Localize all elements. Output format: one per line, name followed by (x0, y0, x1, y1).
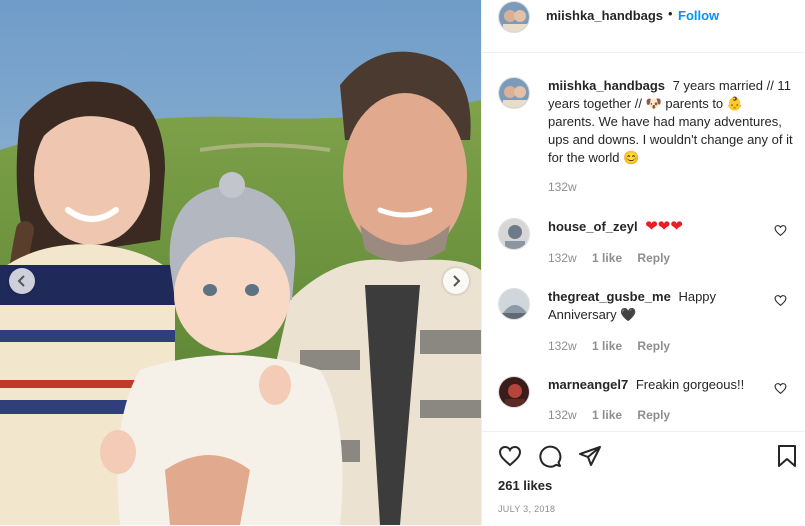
comment-text: thegreat_gusbe_me Happy Anniversary 🖤 (548, 288, 773, 324)
family-photo-illustration (0, 0, 481, 525)
comment-text: marneangel7 Freakin gorgeous!! (548, 376, 773, 394)
commenter-username[interactable]: thegreat_gusbe_me (548, 289, 671, 304)
comment-meta: 132w 1 like Reply (548, 339, 682, 353)
comment-like-count[interactable]: 1 like (592, 408, 622, 422)
comment-like-heart-icon[interactable] (774, 382, 787, 395)
post-details-panel: miishka_handbags • Follow miishka_handba… (481, 0, 805, 525)
paper-plane-icon[interactable] (578, 444, 602, 468)
comment-item: thegreat_gusbe_me Happy Anniversary 🖤 13… (482, 288, 805, 358)
post-actions: 261 likes JULY 3, 2018 (482, 431, 805, 526)
comment-like-heart-icon[interactable] (774, 294, 787, 307)
commenter-avatar[interactable] (498, 218, 530, 250)
reply-button[interactable]: Reply (637, 408, 670, 422)
comment-body: ❤❤❤ (645, 218, 683, 235)
comment-timestamp[interactable]: 132w (548, 408, 577, 422)
post-date[interactable]: JULY 3, 2018 (498, 504, 555, 514)
comment-timestamp[interactable]: 132w (548, 339, 577, 353)
comment-body: Freakin gorgeous!! (635, 377, 745, 392)
like-count[interactable]: 261 likes (498, 478, 552, 493)
post-caption: miishka_handbags 7 years married // 11 y… (548, 77, 793, 167)
commenter-username[interactable]: marneangel7 (548, 377, 628, 392)
commenter-username[interactable]: house_of_zeyl (548, 219, 638, 234)
avatar-image (499, 78, 529, 108)
comment-meta: 132w 1 like Reply (548, 408, 682, 422)
post-photo (0, 0, 481, 525)
comment-item: house_of_zeyl ❤❤❤ 132w 1 like Reply (482, 218, 805, 288)
comment-bubble-icon[interactable] (538, 444, 562, 468)
avatar-image (499, 2, 529, 32)
commenter-avatar[interactable] (498, 288, 530, 320)
comment-meta: 132w 1 like Reply (548, 251, 682, 265)
avatar-image (499, 219, 529, 249)
previous-photo-button[interactable] (9, 268, 35, 294)
chevron-right-icon (453, 275, 461, 287)
comment-like-count[interactable]: 1 like (592, 339, 622, 353)
comment-like-heart-icon[interactable] (774, 224, 787, 237)
follow-button[interactable]: Follow (678, 8, 719, 23)
author-username[interactable]: miishka_handbags (546, 8, 663, 23)
avatar-image (499, 377, 529, 407)
chevron-left-icon (17, 275, 25, 287)
comment-like-count[interactable]: 1 like (592, 251, 622, 265)
avatar-image (499, 289, 529, 319)
author-avatar[interactable] (498, 1, 530, 33)
heart-outline-icon[interactable] (498, 444, 522, 468)
comments-section: miishka_handbags 7 years married // 11 y… (482, 53, 805, 431)
caption-timestamp[interactable]: 132w (548, 180, 577, 194)
comment-text: house_of_zeyl ❤❤❤ (548, 218, 773, 236)
post-header: miishka_handbags • Follow (482, 0, 805, 53)
next-photo-button[interactable] (443, 268, 469, 294)
commenter-avatar[interactable] (498, 376, 530, 408)
caption-author-avatar[interactable] (498, 77, 530, 109)
bookmark-icon[interactable] (775, 444, 799, 468)
comment-timestamp[interactable]: 132w (548, 251, 577, 265)
comment-item: marneangel7 Freakin gorgeous!! 132w 1 li… (482, 376, 805, 431)
reply-button[interactable]: Reply (637, 339, 670, 353)
separator-dot: • (668, 6, 673, 21)
caption-username[interactable]: miishka_handbags (548, 78, 665, 93)
reply-button[interactable]: Reply (637, 251, 670, 265)
